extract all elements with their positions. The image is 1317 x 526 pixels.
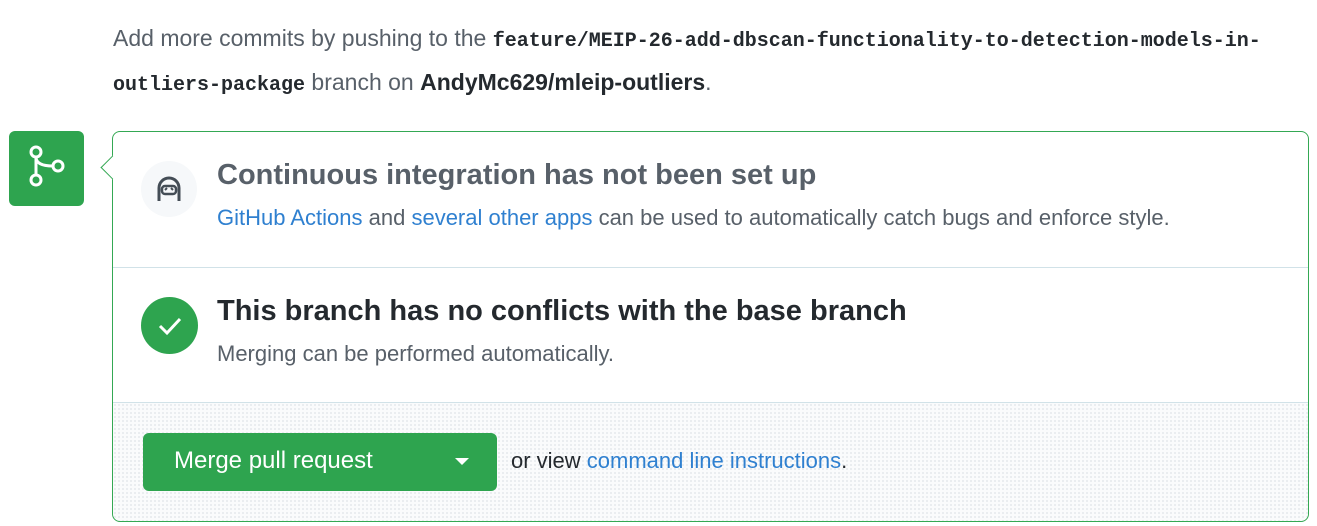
other-apps-link[interactable]: several other apps — [411, 205, 592, 230]
github-actions-link[interactable]: GitHub Actions — [217, 205, 363, 230]
hint-period: . — [841, 448, 848, 473]
check-icon — [141, 297, 198, 354]
conflicts-section: This branch has no conflicts with the ba… — [113, 268, 1308, 403]
intro-prefix: Add more commits by pushing to the — [113, 25, 493, 51]
conflicts-title: This branch has no conflicts with the ba… — [217, 295, 907, 327]
ci-and-text: and — [362, 205, 412, 230]
command-line-hint: or view command line instructions. — [511, 448, 847, 474]
merge-button-label: Merge pull request — [174, 447, 373, 474]
merge-status-icon-box — [9, 131, 84, 206]
ci-desc-rest: can be used to automatically catch bugs … — [592, 205, 1170, 230]
command-line-instructions-link[interactable]: command line instructions — [587, 448, 841, 473]
or-view-text: or view — [511, 448, 587, 473]
merge-section: Merge pull request or view command line … — [113, 403, 1308, 521]
intro-middle: branch on — [305, 69, 421, 95]
push-instructions: Add more commits by pushing to the featu… — [113, 18, 1293, 106]
merge-pull-request-button[interactable]: Merge pull request — [143, 433, 497, 491]
merge-box: Continuous integration has not been set … — [100, 131, 1309, 522]
repo-name: AndyMc629/mleip-outliers — [420, 69, 706, 95]
git-merge-icon — [27, 144, 67, 193]
intro-suffix: . — [705, 69, 712, 95]
robot-icon — [141, 161, 197, 217]
caret-down-icon[interactable] — [455, 458, 469, 465]
ci-title: Continuous integration has not been set … — [217, 159, 817, 191]
ci-description: GitHub Actions and several other apps ca… — [217, 205, 1170, 231]
conflicts-description: Merging can be performed automatically. — [217, 341, 615, 366]
ci-section: Continuous integration has not been set … — [113, 132, 1308, 268]
